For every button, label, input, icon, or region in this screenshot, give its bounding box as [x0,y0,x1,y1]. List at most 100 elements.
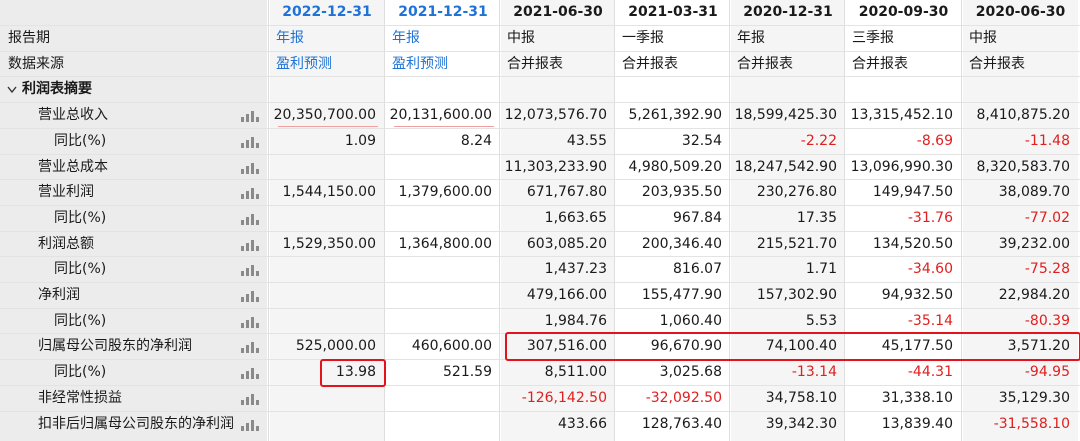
table-cell: 34,758.10 [765,389,837,406]
table-cell: -80.39 [1024,312,1070,329]
row-label: 营业总成本 [38,158,108,175]
bar-chart-icon[interactable] [241,162,259,174]
table-cell: 521.59 [443,364,492,381]
table-cell: 中报 [969,30,997,46]
table-cell [386,412,492,437]
column-header-date[interactable]: 2020-06-30 [963,0,1078,25]
column-header-date[interactable]: 2021-06-30 [501,0,615,25]
table-cell: 215,521.70 [756,235,837,252]
table-cell: 13,315,452.10 [850,107,953,124]
row-label: 同比(%) [54,364,107,381]
bar-chart-icon[interactable] [241,110,259,123]
table-cell: 17.35 [796,209,837,226]
table-cell: 12,073,576.70 [504,107,607,124]
row-label: 营业利润 [38,184,94,201]
column-header-date[interactable]: 2021-03-31 [616,0,730,25]
table-cell: -44.31 [907,364,953,381]
table-cell: -77.02 [1024,209,1070,226]
table-cell: -2.22 [800,132,837,149]
table-row: 净利润 479,166.00 155,477.90 157,302.90 94,932.… [0,282,1080,309]
bar-chart-icon[interactable] [241,264,259,277]
table-cell: 200,346.40 [641,235,722,252]
table-cell: 525,000.00 [295,338,376,355]
bar-chart-icon[interactable] [241,213,259,225]
highlight-box-net-profit [505,332,1080,361]
table-cell: -75.28 [1024,261,1070,278]
row-label: 非经常性损益 [38,389,122,406]
table-row: 同比(%) 1,437.23 816.07 1.71 -34.60 -75.28 [0,256,1080,283]
table-cell: -126,142.50 [521,389,607,406]
bar-chart-icon[interactable] [241,290,259,302]
table-cell: 年报 [392,30,420,46]
table-cell [386,206,492,231]
table-row: 同比(%) 13.98 521.59 8,511.00 3,025.68 -13.14 -4… [0,359,1080,386]
table-cell: 671,767.80 [526,184,607,201]
table-row: 利润总额 1,529,350.00 1,364,800.00 603,085.20 20… [0,230,1080,258]
bar-chart-icon[interactable] [241,419,259,431]
table-cell: 1,984.76 [544,312,607,329]
table-cell: 134,520.50 [872,235,953,252]
table-cell [270,206,376,231]
table-cell: 合并报表 [737,55,793,72]
row-label: 同比(%) [54,209,107,226]
table-cell: 1,663.65 [544,209,607,226]
bar-chart-icon[interactable] [241,136,259,148]
bar-chart-icon[interactable] [241,367,259,380]
table-cell: -34.60 [907,261,953,278]
table-row: 营业总收入 20,350,700.00 20,131,600.00 12,073,57… [0,102,1080,129]
table-cell: 三季报 [852,30,894,46]
table-cell: 230,276.80 [756,184,837,201]
chevron-down-icon[interactable] [7,77,17,102]
row-label: 净利润 [38,287,80,303]
table-row: 报告期 年报 年报 中报 一季报 年报 三季报 中报 [0,25,1080,52]
table-cell: -32,092.50 [645,389,722,406]
bar-chart-icon[interactable] [241,341,259,354]
table-cell [386,257,492,282]
row-label: 数据来源 [8,55,64,72]
table-cell [386,77,492,102]
column-header-date[interactable]: 2020-12-31 [731,0,845,25]
column-header-date[interactable]: 2020-09-30 [846,0,961,25]
table-cell: 603,085.20 [526,235,607,252]
table-cell: 8,320,583.70 [976,158,1070,175]
table-cell: 1,437.23 [544,261,607,278]
table-cell: 合并报表 [852,55,908,72]
highlight-box-yoy [320,359,386,387]
table-cell: 94,932.50 [881,287,953,303]
table-cell [270,412,376,437]
table-cell: 20,131,600.00 [389,107,492,124]
table-cell: 合并报表 [622,55,678,72]
bar-chart-icon[interactable] [241,393,259,405]
table-row: 营业总成本 11,303,233.90 4,980,509.20 18,247,542… [0,153,1080,181]
table-cell: 5.53 [805,312,837,329]
bar-chart-icon[interactable] [241,239,259,251]
table-cell: 一季报 [622,30,664,46]
column-header-date[interactable]: 2022-12-31 [270,0,384,25]
table-cell: 11,303,233.90 [504,158,607,175]
table-cell: 43.55 [566,132,607,149]
table-cell: 年报 [737,30,765,46]
table-cell [386,386,492,411]
table-cell: -35.14 [907,312,953,329]
table-cell: 35,129.30 [998,389,1070,406]
table-cell: 18,599,425.30 [734,107,837,124]
bar-chart-icon[interactable] [241,316,259,328]
table-cell: 3,025.68 [659,364,722,381]
row-label: 归属母公司股东的净利润 [38,338,192,355]
table-cell: 20,350,700.00 [273,107,376,124]
table-cell [270,283,376,308]
table-header: 2022-12-31 2021-12-31 2021-06-30 2021-03-31… [0,0,1080,25]
table-row: 同比(%) 1,663.65 967.84 17.35 -31.76 -77.02 [0,204,1080,232]
bar-chart-icon[interactable] [241,187,259,200]
table-cell: 31,338.10 [881,389,953,406]
table-cell [846,77,953,102]
table-cell [731,77,837,102]
table-cell: 479,166.00 [526,287,607,303]
table-cell: 1,529,350.00 [282,235,376,252]
column-header-date[interactable]: 2021-12-31 [386,0,500,25]
table-row: 同比(%) 1,984.76 1,060.40 5.53 -35.14 -80.39 [0,307,1080,335]
table-cell [616,77,722,102]
table-cell: 128,763.40 [641,415,722,432]
row-label: 利润总额 [38,235,94,252]
table-cell: 1.09 [344,132,376,149]
